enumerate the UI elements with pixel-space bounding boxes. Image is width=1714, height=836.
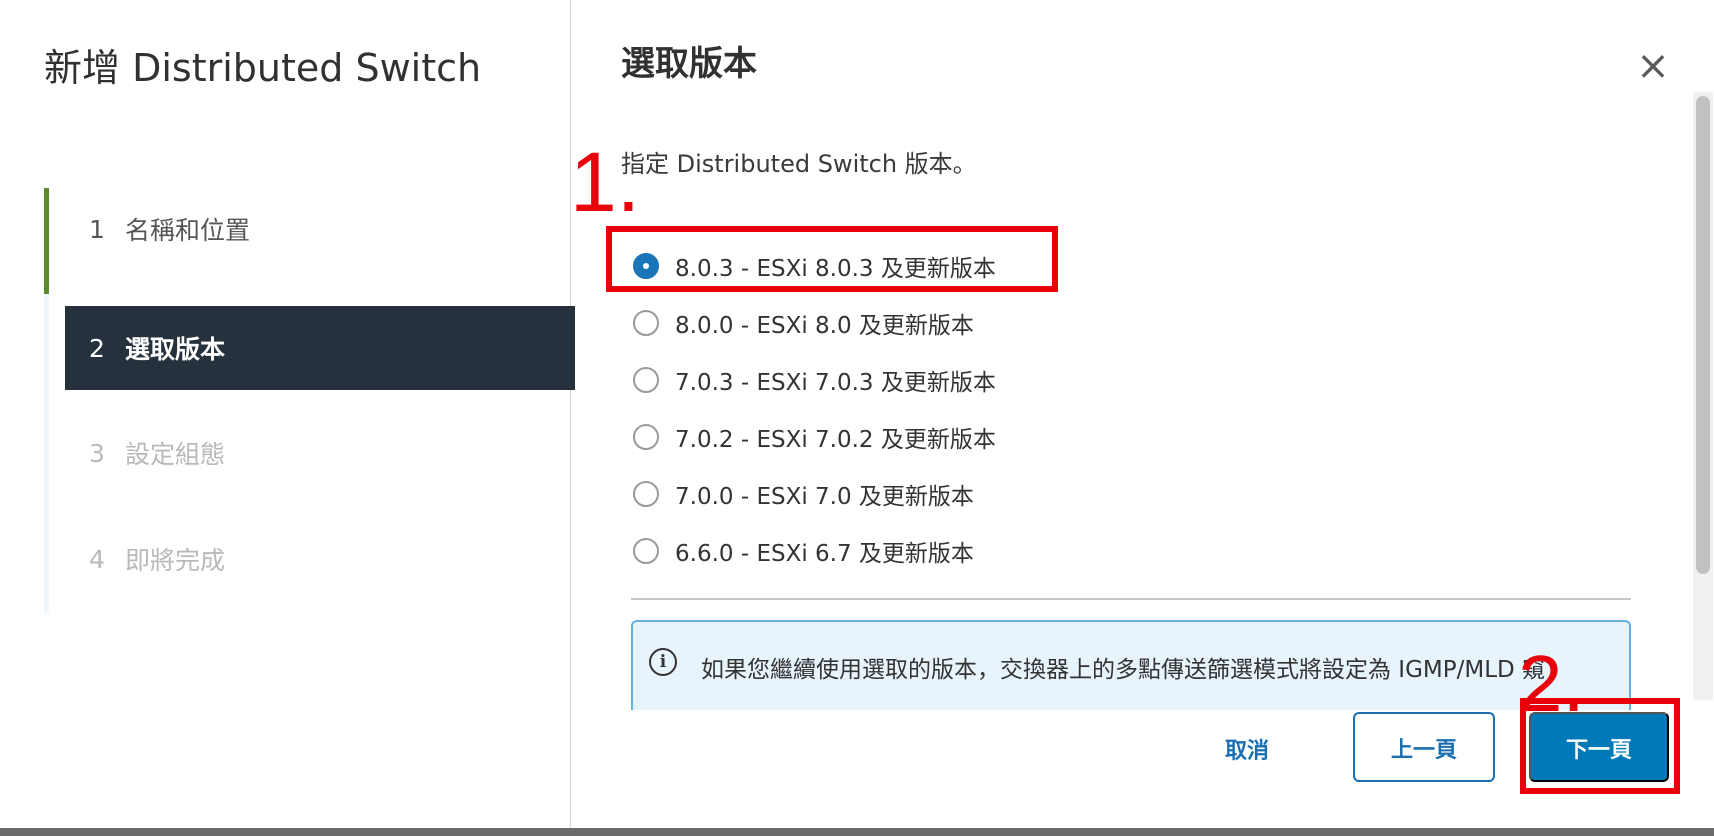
version-option-7-0-0[interactable]: 7.0.0 - ESXi 7.0 及更新版本 (633, 476, 974, 512)
scrollbar-thumb[interactable] (1696, 96, 1710, 574)
scrollbar[interactable] (1693, 92, 1713, 700)
radio-icon[interactable] (633, 424, 659, 450)
cancel-button[interactable]: 取消 (1187, 728, 1307, 772)
step-number: 4 (89, 544, 105, 574)
version-option-label: 8.0.0 - ESXi 8.0 及更新版本 (675, 313, 974, 339)
wizard-steps: 1 名稱和位置 2 選取版本 3 設定組態 4 即將完成 (44, 188, 575, 613)
version-option-6-6-0[interactable]: 6.6.0 - ESXi 6.7 及更新版本 (633, 533, 974, 569)
version-option-label: 6.6.0 - ESXi 6.7 及更新版本 (675, 541, 974, 567)
radio-selected-icon[interactable] (633, 253, 659, 279)
version-option-label: 7.0.3 - ESXi 7.0.3 及更新版本 (675, 370, 996, 396)
divider (631, 598, 1631, 600)
instruction-text: 指定 Distributed Switch 版本。 (621, 150, 977, 178)
radio-icon[interactable] (633, 538, 659, 564)
version-option-label: 7.0.2 - ESXi 7.0.2 及更新版本 (675, 427, 996, 453)
radio-icon[interactable] (633, 310, 659, 336)
step-name-and-location[interactable]: 1 名稱和位置 (44, 188, 575, 294)
add-distributed-switch-wizard: 新增 Distributed Switch 1 名稱和位置 2 選取版本 3 設… (0, 0, 1714, 828)
version-option-7-0-2[interactable]: 7.0.2 - ESXi 7.0.2 及更新版本 (633, 419, 996, 455)
wizard-content: 選取版本 × 指定 Distributed Switch 版本。 8.0.3 -… (571, 0, 1714, 828)
step-label: 設定組態 (125, 440, 226, 469)
info-icon: i (649, 648, 677, 676)
version-option-8-0-3[interactable]: 8.0.3 - ESXi 8.0.3 及更新版本 (633, 248, 996, 284)
step-configure-settings: 3 設定組態 (49, 412, 575, 494)
step-number: 2 (89, 333, 105, 363)
info-alert: i 如果您繼續使用選取的版本，交換器上的多點傳送篩選模式將設定為 IGMP/ML… (631, 620, 1631, 714)
step-ready-to-complete: 4 即將完成 (49, 518, 575, 600)
step-label: 即將完成 (125, 546, 226, 575)
version-option-label: 7.0.0 - ESXi 7.0 及更新版本 (675, 484, 974, 510)
step-number: 3 (89, 438, 105, 468)
radio-icon[interactable] (633, 367, 659, 393)
version-option-label: 8.0.3 - ESXi 8.0.3 及更新版本 (675, 256, 996, 282)
radio-icon[interactable] (633, 481, 659, 507)
close-icon[interactable]: × (1633, 46, 1673, 86)
step-label: 選取版本 (125, 335, 226, 364)
version-option-8-0-0[interactable]: 8.0.0 - ESXi 8.0 及更新版本 (633, 305, 974, 341)
bottom-border (0, 828, 1714, 836)
back-button[interactable]: 上一頁 (1353, 712, 1495, 782)
wizard-sidebar: 新增 Distributed Switch 1 名稱和位置 2 選取版本 3 設… (0, 0, 575, 828)
wizard-title: 新增 Distributed Switch (44, 46, 482, 90)
page-title: 選取版本 (621, 44, 757, 84)
step-select-version[interactable]: 2 選取版本 (65, 306, 575, 390)
next-button[interactable]: 下一頁 (1529, 712, 1669, 782)
alert-message: 如果您繼續使用選取的版本，交換器上的多點傳送篩選模式將設定為 IGMP/MLD … (701, 657, 1546, 714)
version-option-7-0-3[interactable]: 7.0.3 - ESXi 7.0.3 及更新版本 (633, 362, 996, 398)
step-label: 名稱和位置 (125, 216, 251, 245)
step-number: 1 (89, 214, 105, 244)
